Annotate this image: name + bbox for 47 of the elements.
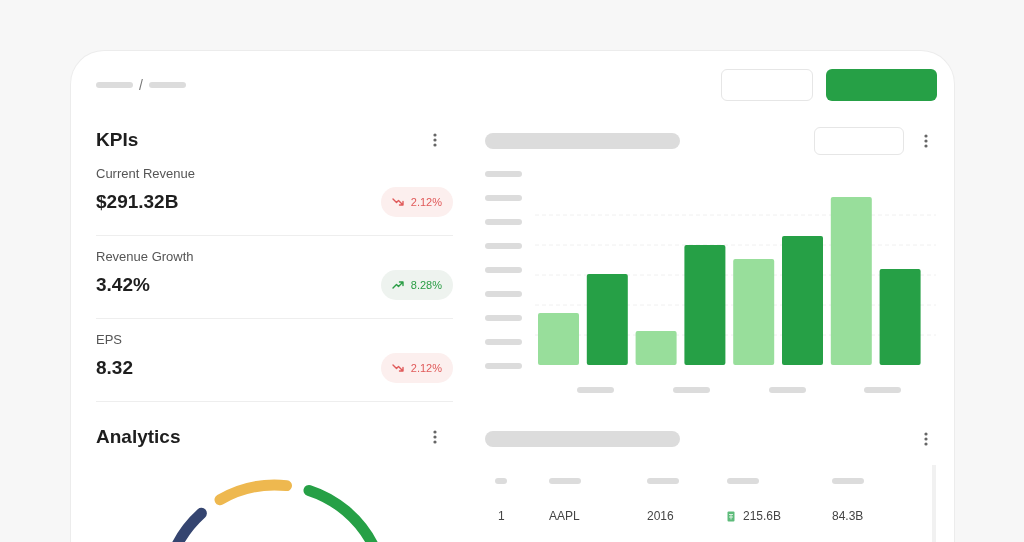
axis-label-placeholder <box>769 387 806 393</box>
table-cell-text: AAPL <box>549 509 581 523</box>
axis-label-placeholder <box>485 171 522 177</box>
trend-up-icon <box>391 280 405 290</box>
section-title: KPIs <box>96 129 139 151</box>
kpi-value: 3.42% <box>96 274 150 296</box>
axis-label-placeholder <box>485 267 522 273</box>
kpi-label: Current Revenue <box>96 166 196 181</box>
column-header-placeholder <box>549 478 581 484</box>
table-cell-text: 1 <box>497 509 506 523</box>
more-options-icon[interactable] <box>924 134 928 148</box>
kpi-value: $291.32B <box>96 191 179 213</box>
kpi-value: 8.32 <box>96 357 133 379</box>
axis-label-placeholder <box>864 387 901 393</box>
table-cell-text: 84.3B <box>832 509 865 523</box>
change-badge: 2.12% <box>380 187 453 217</box>
column-header-placeholder <box>832 478 864 484</box>
axis-label-placeholder <box>485 219 522 225</box>
breadcrumb-separator: / <box>139 77 143 93</box>
axis-label-placeholder <box>577 387 614 393</box>
trend-down-icon <box>391 197 405 207</box>
kpi-label: Revenue Growth <box>96 249 195 264</box>
column-header-placeholder <box>727 478 759 484</box>
axis-label-placeholder <box>485 363 522 369</box>
axis-label-placeholder <box>485 243 522 249</box>
axis-label-placeholder <box>485 339 522 345</box>
column-header-placeholder <box>647 478 679 484</box>
axis-label-placeholder <box>673 387 710 393</box>
more-options-icon[interactable] <box>924 432 928 446</box>
breadcrumb-placeholder <box>96 82 133 88</box>
axis-label-placeholder <box>485 315 522 321</box>
more-options-icon[interactable] <box>433 133 437 147</box>
chart-bar <box>635 331 677 365</box>
trend-down-icon <box>391 363 405 373</box>
kpi-label: EPS <box>96 332 123 347</box>
axis-label-placeholder <box>485 291 522 297</box>
more-options-icon[interactable] <box>433 430 437 444</box>
document-icon <box>727 510 735 522</box>
breadcrumb-placeholder <box>148 82 186 88</box>
table-cell-text: 2016 <box>647 509 675 523</box>
chart-bar <box>538 313 579 365</box>
axis-label-placeholder <box>485 195 522 201</box>
change-badge: 8.28% <box>380 270 453 300</box>
table-cell: 215.6B <box>727 509 832 523</box>
change-badge: 2.12% <box>380 353 453 383</box>
section-title: Analytics <box>96 426 181 448</box>
column-header-placeholder <box>495 478 507 484</box>
